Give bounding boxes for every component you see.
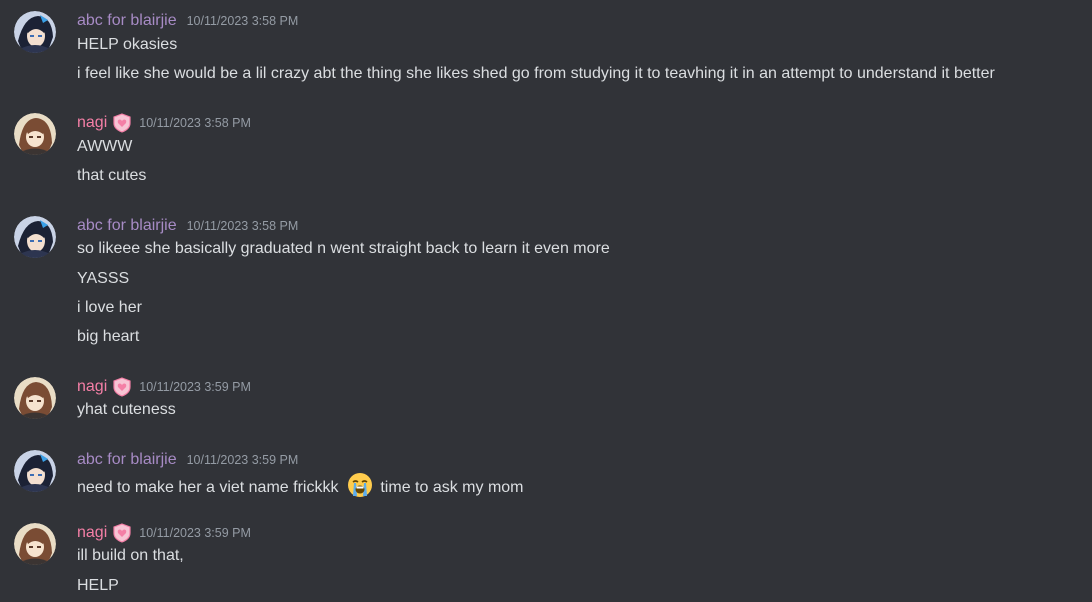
message-text-before-emoji: need to make her a viet name frickkk	[77, 479, 339, 496]
avatar[interactable]	[14, 11, 56, 53]
message-header: nagi 10/11/2023 3:59 PM	[77, 376, 251, 398]
username[interactable]: abc for blairjie	[77, 451, 177, 469]
message-text: need to make her a viet name frickkk tim…	[77, 472, 524, 499]
message-header: abc for blairjie 10/11/2023 3:58 PM	[77, 10, 298, 32]
timestamp[interactable]: 10/11/2023 3:58 PM	[187, 219, 299, 233]
username[interactable]: nagi	[77, 114, 107, 132]
shield-heart-icon[interactable]	[111, 112, 133, 134]
timestamp[interactable]: 10/11/2023 3:59 PM	[139, 380, 251, 394]
avatar[interactable]	[14, 377, 56, 419]
message-text: ill build on that,	[77, 547, 184, 564]
message-text: big heart	[77, 328, 140, 345]
chat-message-list: abc for blairjie 10/11/2023 3:58 PM HELP…	[0, 0, 1092, 602]
shield-heart-icon[interactable]	[111, 522, 133, 544]
username[interactable]: abc for blairjie	[77, 12, 177, 30]
timestamp[interactable]: 10/11/2023 3:58 PM	[139, 116, 251, 130]
avatar[interactable]	[14, 450, 56, 492]
timestamp[interactable]: 10/11/2023 3:58 PM	[187, 14, 299, 28]
avatar-abc-image	[14, 216, 56, 258]
username[interactable]: nagi	[77, 524, 107, 542]
message-text: YASSS	[77, 270, 130, 287]
username[interactable]: nagi	[77, 378, 107, 396]
message-header: abc for blairjie 10/11/2023 3:59 PM	[77, 449, 298, 471]
message-text-after-emoji: time to ask my mom	[380, 479, 524, 496]
avatar[interactable]	[14, 523, 56, 565]
shield-heart-icon[interactable]	[111, 376, 133, 398]
timestamp[interactable]: 10/11/2023 3:59 PM	[139, 526, 251, 540]
message-text: that cutes	[77, 167, 147, 184]
message-text: HELP	[77, 577, 119, 594]
avatar-nagi-image	[14, 377, 56, 419]
message-text: AWWW	[77, 138, 133, 155]
message-text: HELP okasies	[77, 36, 178, 53]
timestamp[interactable]: 10/11/2023 3:59 PM	[187, 453, 299, 467]
avatar-abc-image	[14, 450, 56, 492]
message-header: nagi 10/11/2023 3:58 PM	[77, 112, 251, 134]
message-text: i love her	[77, 299, 142, 316]
avatar-nagi-image	[14, 523, 56, 565]
message-header: nagi 10/11/2023 3:59 PM	[77, 522, 251, 544]
message-text: i feel like she would be a lil crazy abt…	[77, 65, 995, 82]
message-header: abc for blairjie 10/11/2023 3:58 PM	[77, 215, 298, 237]
avatar-abc-image	[14, 11, 56, 53]
avatar-nagi-image	[14, 113, 56, 155]
loudly-crying-face-emoji[interactable]	[347, 472, 373, 498]
message-text: so likeee she basically graduated n went…	[77, 240, 610, 257]
avatar[interactable]	[14, 113, 56, 155]
username[interactable]: abc for blairjie	[77, 217, 177, 235]
avatar[interactable]	[14, 216, 56, 258]
message-text: yhat cuteness	[77, 401, 176, 418]
